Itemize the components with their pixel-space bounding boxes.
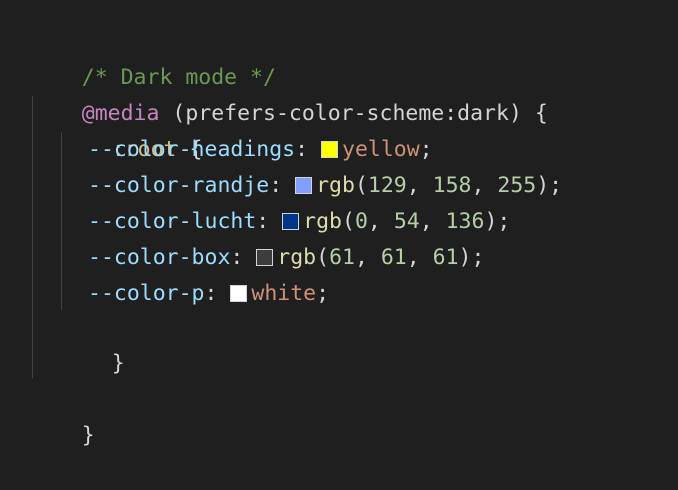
code-line-declaration[interactable]: --color-lucht: rgb(0, 54, 136);: [88, 204, 510, 240]
code-line-media[interactable]: @media (prefers-color-scheme:dark) {: [30, 60, 548, 126]
color-swatch[interactable]: [230, 285, 248, 302]
arg-separator: ,: [367, 209, 394, 234]
property-name: --color-randje: [88, 173, 270, 198]
arg-separator: ,: [406, 245, 433, 270]
media-query: (prefers-color-scheme:dark) {: [159, 101, 548, 126]
property-name: --color-box: [88, 245, 231, 270]
close-paren: ): [536, 173, 550, 198]
semicolon: ;: [497, 209, 511, 234]
value-number: 61: [432, 245, 459, 270]
value-function: rgb: [316, 173, 355, 198]
root-close-brace: }: [111, 351, 125, 376]
code-editor[interactable]: /* Dark mode */ @media (prefers-color-sc…: [0, 0, 678, 448]
value-number: 158: [432, 173, 472, 198]
color-swatch[interactable]: [321, 141, 338, 158]
value-number: 129: [367, 173, 407, 198]
color-swatch[interactable]: [256, 249, 274, 266]
open-paren: (: [342, 209, 355, 234]
close-paren: ): [458, 245, 472, 270]
value-number: 61: [380, 245, 407, 270]
colon: :: [256, 209, 283, 234]
value-number: 255: [497, 173, 537, 198]
arg-separator: ,: [354, 245, 381, 270]
value-keyword: yellow: [342, 137, 420, 162]
code-line-declaration[interactable]: --color-randje: rgb(129, 158, 255);: [88, 168, 562, 204]
arg-separator: ,: [419, 209, 446, 234]
open-paren: (: [354, 173, 368, 198]
colon: :: [230, 245, 257, 270]
open-paren: (: [316, 245, 330, 270]
code-line-root-close[interactable]: }: [60, 310, 125, 376]
property-name: --color-lucht: [88, 209, 257, 234]
value-number: 61: [329, 245, 355, 270]
arg-separator: ,: [471, 173, 498, 198]
colon: :: [295, 137, 321, 162]
property-name: --color-p: [88, 281, 205, 306]
code-line-declaration[interactable]: --color-box: rgb(61, 61, 61);: [88, 240, 484, 276]
arg-separator: ,: [406, 173, 433, 198]
colon: :: [269, 173, 296, 198]
code-line-declaration[interactable]: --color-p: white;: [88, 276, 329, 312]
semicolon: ;: [316, 281, 330, 306]
semicolon: ;: [471, 245, 485, 270]
close-paren: ): [484, 209, 498, 234]
media-close-brace: }: [81, 423, 95, 448]
colon: :: [204, 281, 231, 306]
property-name: --color-headings: [88, 137, 296, 162]
value-function: rgb: [277, 245, 317, 270]
code-line-media-close[interactable]: }: [30, 382, 95, 448]
value-function: rgb: [303, 209, 343, 234]
code-line-declaration[interactable]: --color-headings: yellow;: [88, 132, 433, 168]
semicolon: ;: [549, 173, 563, 198]
color-swatch[interactable]: [295, 177, 313, 194]
value-number: 136: [445, 209, 485, 234]
semicolon: ;: [419, 137, 433, 162]
code-line-comment[interactable]: /* Dark mode */: [30, 24, 276, 90]
value-keyword: white: [251, 281, 317, 306]
value-number: 0: [354, 209, 368, 234]
value-number: 54: [393, 209, 420, 234]
color-swatch[interactable]: [282, 213, 300, 230]
code-line-root[interactable]: :root {: [60, 96, 203, 162]
